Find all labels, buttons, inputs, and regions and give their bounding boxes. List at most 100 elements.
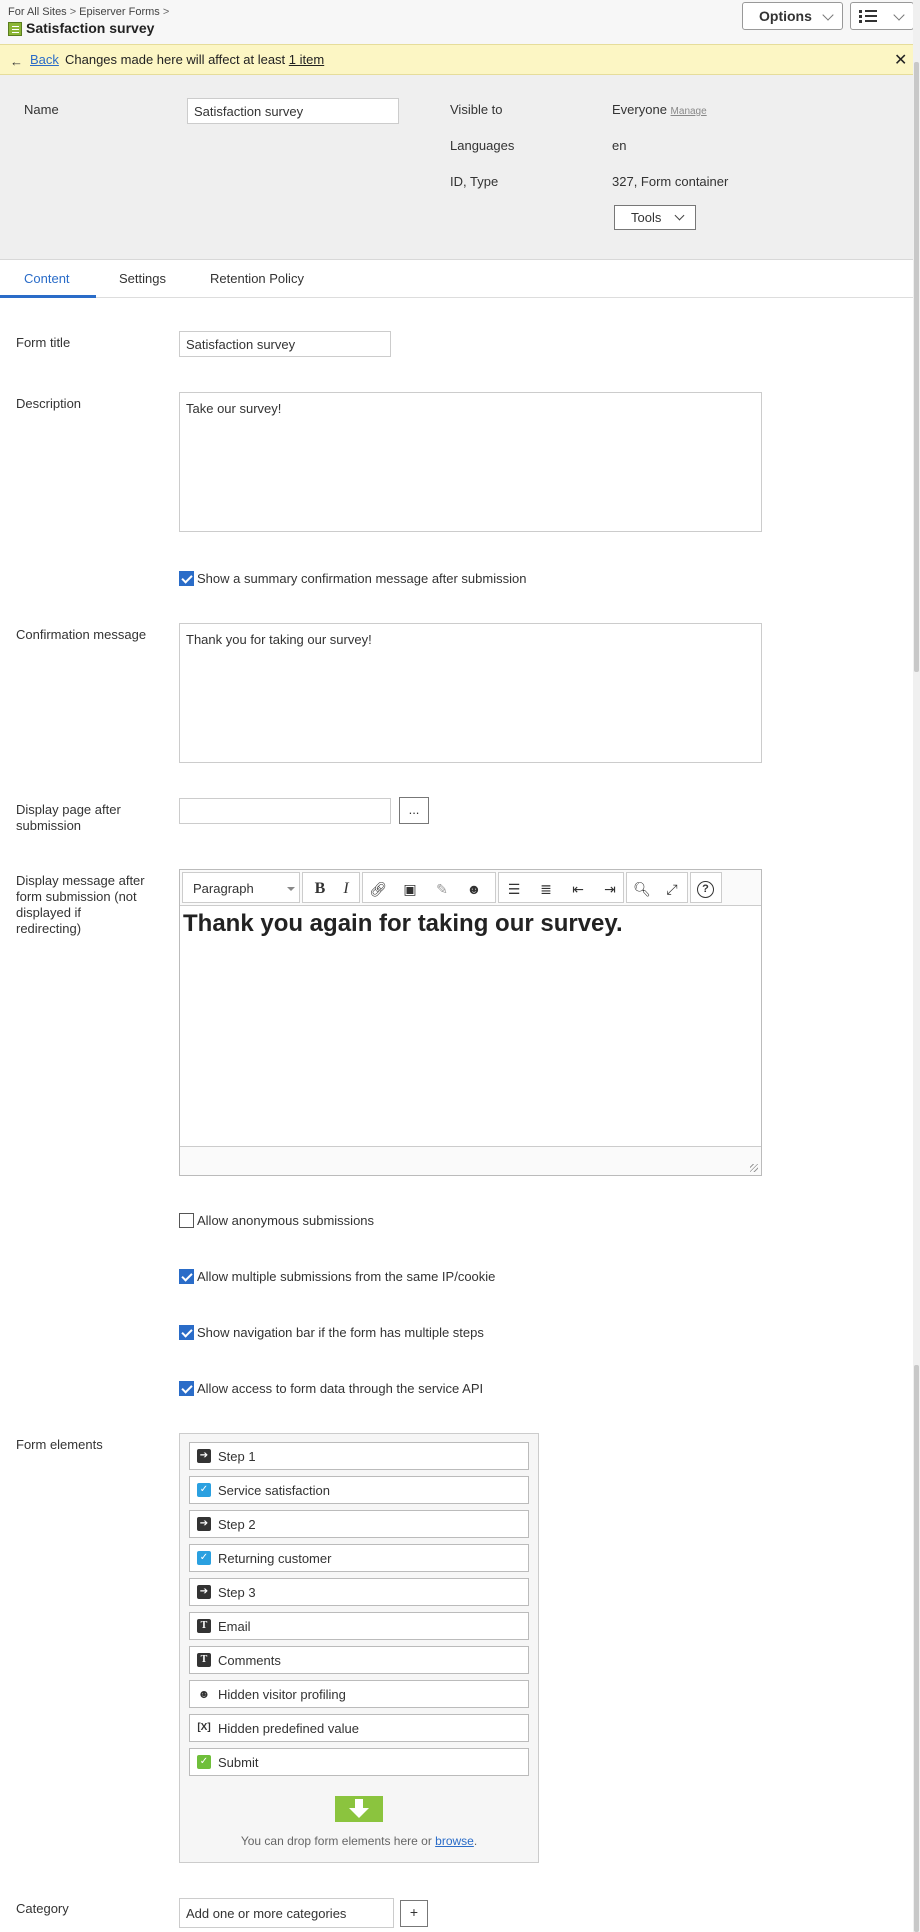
form-element-label: Comments	[218, 1653, 281, 1668]
show-summary-option[interactable]: Show a summary confirmation message afte…	[179, 571, 526, 586]
view-group: 🔍︎ ⤢	[626, 872, 688, 903]
step-icon: ➔	[197, 1517, 211, 1531]
text-style-group: B I	[302, 872, 360, 903]
breadcrumb-item-sites[interactable]: For All Sites	[8, 6, 67, 18]
add-category-button[interactable]: +	[400, 1900, 428, 1927]
description-label: Description	[16, 396, 82, 411]
breadcrumb-separator-icon: >	[69, 6, 77, 18]
options-button[interactable]: Options	[742, 2, 843, 30]
form-title-input[interactable]: Satisfaction survey	[179, 331, 391, 357]
breadcrumb-item-forms[interactable]: Episerver Forms	[79, 6, 160, 18]
display-message-label-line: form submission (not	[16, 889, 137, 904]
visitor-icon: ☻	[197, 1687, 211, 1701]
allow-multiple-checkbox[interactable]	[179, 1269, 194, 1284]
format-select[interactable]: Paragraph	[182, 872, 300, 903]
form-element-label: Submit	[218, 1755, 259, 1770]
bold-icon[interactable]: B	[311, 881, 329, 897]
edit-block-icon[interactable]: ✎	[433, 881, 451, 897]
bullet-list-icon[interactable]: ☰	[505, 881, 523, 897]
find-replace-icon[interactable]: 🔍︎	[633, 881, 651, 897]
form-element-item[interactable]: ➔ Step 2	[189, 1510, 529, 1538]
form-element-item[interactable]: [X] Hidden predefined value	[189, 1714, 529, 1742]
allow-anonymous-label: Allow anonymous submissions	[197, 1213, 375, 1228]
id-type-label: ID, Type	[450, 174, 499, 189]
form-element-label: Step 1	[218, 1449, 256, 1464]
show-summary-label: Show a summary confirmation message afte…	[197, 571, 527, 586]
indent-icon[interactable]: ⇥	[601, 881, 619, 897]
editor-content[interactable]: Thank you again for taking our survey.	[183, 910, 623, 938]
back-link[interactable]: Back	[30, 52, 59, 67]
fullscreen-icon[interactable]: ⤢	[663, 881, 681, 897]
display-message-label: Display message after form submission (n…	[16, 873, 145, 937]
tab-settings[interactable]: Settings	[119, 271, 166, 286]
show-summary-checkbox[interactable]	[179, 571, 194, 586]
visible-to-label: Visible to	[450, 102, 503, 117]
allow-api-checkbox[interactable]	[179, 1381, 194, 1396]
languages-label: Languages	[450, 138, 515, 153]
submit-icon: ✓	[197, 1755, 211, 1769]
show-navigation-label: Show navigation bar if the form has mult…	[197, 1325, 484, 1340]
resize-handle-icon[interactable]	[750, 1164, 758, 1172]
drop-zone-text: You can drop form elements here or	[240, 1834, 432, 1848]
form-element-label: Service satisfaction	[218, 1483, 330, 1498]
confirmation-message-textarea[interactable]: Thank you for taking our survey!	[179, 623, 762, 763]
show-navigation-checkbox[interactable]	[179, 1325, 194, 1340]
image-icon[interactable]: ▣	[401, 881, 419, 897]
tab-content[interactable]: Content	[24, 271, 70, 286]
form-element-item[interactable]: ✓ Service satisfaction	[189, 1476, 529, 1504]
form-element-item[interactable]: ✓ Submit	[189, 1748, 529, 1776]
scrollbar-thumb[interactable]	[914, 1365, 919, 1932]
allow-multiple-option[interactable]: Allow multiple submissions from the same…	[179, 1269, 495, 1284]
close-icon[interactable]: ✕	[894, 50, 907, 70]
allow-multiple-label: Allow multiple submissions from the same…	[197, 1269, 496, 1284]
outdent-icon[interactable]: ⇤	[569, 881, 587, 897]
tab-retention-policy[interactable]: Retention Policy	[210, 271, 304, 286]
notification-bar: ← Back Changes made here will affect at …	[0, 44, 920, 75]
scrollbar[interactable]	[913, 0, 920, 1932]
allow-anonymous-option[interactable]: Allow anonymous submissions	[179, 1213, 374, 1228]
description-textarea[interactable]: Take our survey!	[179, 392, 762, 532]
manage-link[interactable]: Manage	[671, 106, 707, 117]
link-icon[interactable]: 🔗︎	[369, 881, 387, 897]
page-title: Satisfaction survey	[26, 20, 155, 36]
display-page-label-line: submission	[16, 818, 82, 833]
textarea-icon: T	[197, 1653, 211, 1667]
browse-elements-link[interactable]: browse	[435, 1834, 474, 1848]
name-label: Name	[24, 102, 59, 117]
show-navigation-option[interactable]: Show navigation bar if the form has mult…	[179, 1325, 484, 1340]
help-icon[interactable]: ?	[697, 881, 714, 898]
form-element-item[interactable]: ✓ Returning customer	[189, 1544, 529, 1572]
scrollbar-thumb[interactable]	[914, 62, 919, 672]
text-icon: T	[197, 1619, 211, 1633]
view-toggle-button[interactable]	[850, 2, 914, 30]
options-button-label: Options	[759, 8, 812, 24]
form-element-label: Step 2	[218, 1517, 256, 1532]
form-element-item[interactable]: T Email	[189, 1612, 529, 1640]
display-page-input[interactable]	[179, 798, 391, 824]
back-arrow-icon[interactable]: ←	[10, 54, 23, 69]
rich-text-editor: Paragraph B I 🔗︎ ▣ ✎ ☻ ☰ ≣ ⇤ ⇥ 🔍︎ ⤢ ? Th…	[179, 869, 762, 1176]
allow-anonymous-checkbox[interactable]	[179, 1213, 194, 1228]
browse-page-button[interactable]: ...	[399, 797, 429, 824]
numbered-list-icon[interactable]: ≣	[537, 881, 555, 897]
allow-api-option[interactable]: Allow access to form data through the se…	[179, 1381, 483, 1396]
top-bar: For All Sites > Episerver Forms > Satisfact…	[0, 0, 920, 44]
form-element-item[interactable]: T Comments	[189, 1646, 529, 1674]
form-element-item[interactable]: ➔ Step 3	[189, 1578, 529, 1606]
form-element-label: Email	[218, 1619, 251, 1634]
editor-status-bar	[180, 1146, 761, 1175]
form-element-label: Hidden predefined value	[218, 1721, 359, 1736]
name-input[interactable]: Satisfaction survey	[187, 98, 399, 124]
affected-items-link[interactable]: 1 item	[289, 52, 324, 67]
tools-button-label: Tools	[631, 210, 662, 225]
tools-button[interactable]: Tools	[614, 205, 696, 230]
active-tab-indicator	[0, 295, 96, 298]
breadcrumb-separator-icon: >	[162, 6, 170, 18]
category-input[interactable]: Add one or more categories	[179, 1898, 394, 1928]
personalized-content-icon[interactable]: ☻	[465, 881, 483, 897]
italic-icon[interactable]: I	[337, 881, 355, 897]
chevron-down-icon	[822, 9, 834, 21]
form-element-item[interactable]: ☻ Hidden visitor profiling	[189, 1680, 529, 1708]
category-label: Category	[16, 1901, 69, 1916]
form-element-item[interactable]: ➔ Step 1	[189, 1442, 529, 1470]
